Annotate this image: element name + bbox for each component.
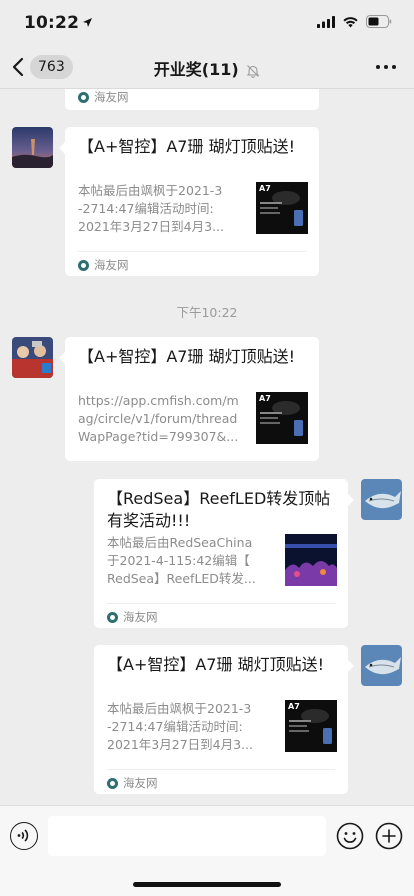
link-card-partial[interactable]: 海友网 — [65, 89, 319, 110]
card-thumbnail: A7 — [256, 392, 308, 444]
card-desc-line: 本帖最后由RedSeaChina — [107, 535, 253, 550]
link-card[interactable]: 【RedSea】ReefLED转发顶帖有奖活动!!! 本帖最后由RedSeaCh… — [94, 479, 348, 628]
message-timestamp: 下午10:22 — [176, 305, 238, 320]
card-desc-line: https://app.cmfish.com/m — [78, 393, 239, 408]
thumb-label: A7 — [259, 184, 271, 193]
sunset-avatar-image — [12, 127, 53, 168]
cellular-signal-icon — [317, 15, 335, 28]
card-source: 海友网 — [78, 89, 129, 105]
card-desc-line: 2021年3月27日到4月3... — [78, 219, 224, 234]
site-logo-icon — [78, 91, 89, 103]
card-desc-line: -2714:47编辑活动时间: — [107, 719, 243, 734]
site-logo-icon — [107, 611, 118, 623]
chat-title: 开业奖(11) — [153, 60, 239, 79]
card-desc-line: 本帖最后由飒枫于2021-3 — [78, 183, 223, 198]
status-icons — [317, 15, 392, 28]
card-desc-line: 2021年3月27日到4月3... — [107, 737, 253, 752]
my-avatar[interactable] — [361, 479, 402, 520]
status-time: 10:22 — [24, 13, 80, 33]
card-source: 海友网 — [107, 775, 158, 791]
status-bar: 10:22 — [0, 0, 414, 46]
group-photo-avatar-image — [12, 337, 53, 378]
thumb-label: A7 — [259, 394, 271, 403]
site-logo-icon — [78, 259, 89, 271]
fish-avatar-image — [361, 479, 402, 520]
avatar[interactable] — [12, 337, 53, 378]
more-options-button[interactable] — [376, 65, 396, 69]
reef-tank-thumbnail-image — [285, 534, 337, 586]
fish-avatar-image — [361, 645, 402, 686]
emoji-button[interactable] — [336, 822, 364, 850]
more-functions-button[interactable] — [375, 822, 403, 850]
card-title: 【A+智控】A7珊 瑚灯顶贴送! — [78, 347, 295, 366]
link-card[interactable]: 【A+智控】A7珊 瑚灯顶贴送! https://app.cmfish.com/… — [65, 337, 319, 461]
card-thumbnail: A7 — [256, 182, 308, 234]
my-avatar[interactable] — [361, 645, 402, 686]
card-desc-line: 本帖最后由飒枫于2021-3 — [107, 701, 252, 716]
location-arrow-icon — [83, 18, 92, 27]
card-source: 海友网 — [107, 609, 158, 625]
card-desc-line: -2714:47编辑活动时间: — [78, 201, 214, 216]
battery-icon — [366, 15, 392, 28]
card-desc-line: WapPage?tid=799307&... — [78, 429, 239, 444]
thumb-label: A7 — [288, 702, 300, 711]
link-card[interactable]: 【A+智控】A7珊 瑚灯顶贴送! 本帖最后由飒枫于2021-3 -2714:47… — [94, 645, 348, 794]
chat-title-wrap: 开业奖(11) — [0, 56, 414, 80]
message-input[interactable] — [48, 816, 326, 856]
card-desc-line: 于2021-4-115:42编辑【 — [107, 553, 250, 568]
home-indicator[interactable] — [133, 882, 281, 887]
wifi-icon — [343, 16, 358, 27]
card-thumbnail — [285, 534, 337, 586]
voice-icon — [17, 829, 29, 842]
card-title: 【RedSea】ReefLED转发顶帖有奖活动!!! — [107, 489, 331, 530]
avatar[interactable] — [12, 127, 53, 168]
card-title: 【A+智控】A7珊 瑚灯顶贴送! — [107, 655, 324, 674]
chat-header: 763 开业奖(11) — [0, 46, 414, 88]
card-desc-line: ag/circle/v1/forum/thread — [78, 411, 238, 426]
link-card[interactable]: 【A+智控】A7珊 瑚灯顶贴送! 本帖最后由飒枫于2021-3 -2714:47… — [65, 127, 319, 276]
message-list[interactable]: 海友网 【A+智控】A7珊 瑚灯顶贴送! 本帖最后由飒枫于2021-3 -271… — [0, 89, 414, 805]
card-desc-line: RedSea】ReefLED转发... — [107, 571, 256, 586]
mute-bell-icon — [246, 64, 260, 78]
card-thumbnail: A7 — [285, 700, 337, 752]
site-logo-icon — [107, 777, 118, 789]
card-title: 【A+智控】A7珊 瑚灯顶贴送! — [78, 137, 295, 156]
voice-input-button[interactable] — [10, 822, 38, 850]
card-source: 海友网 — [78, 257, 129, 273]
